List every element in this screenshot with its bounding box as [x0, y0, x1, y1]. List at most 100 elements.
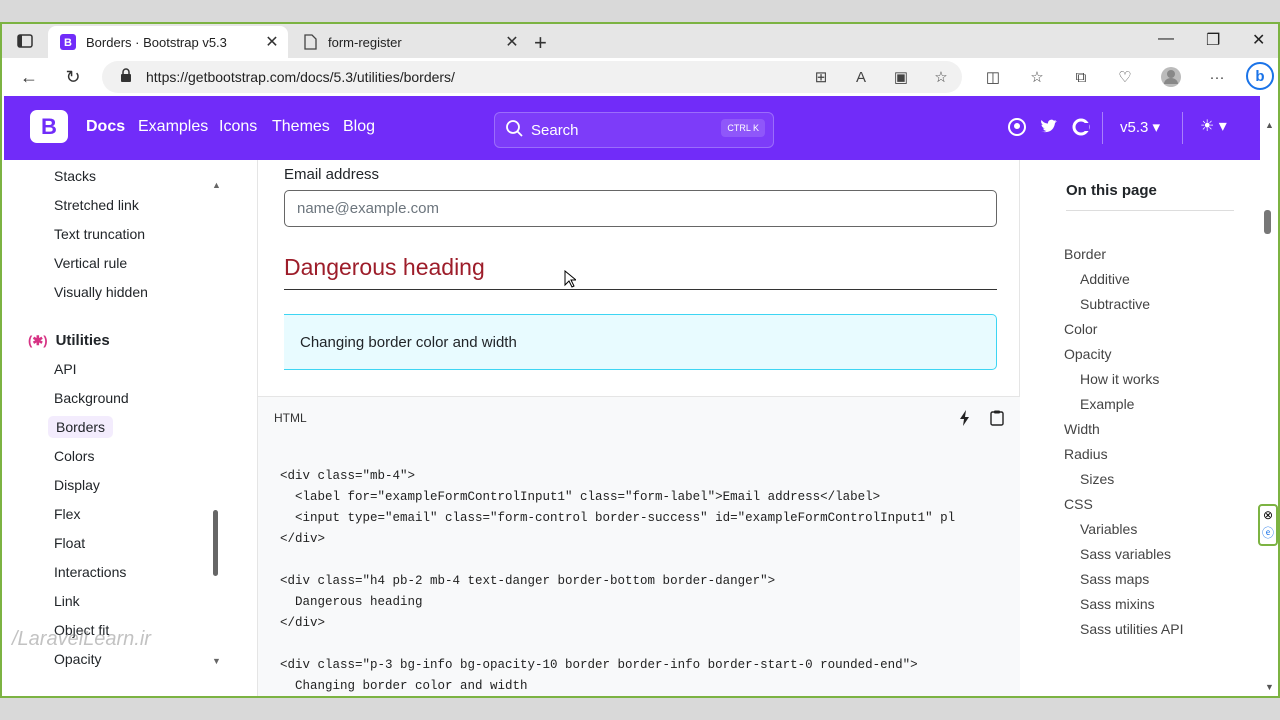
- toc-item-sass-utilities-api[interactable]: Sass utilities API: [1080, 621, 1184, 637]
- new-tab-icon[interactable]: +: [534, 30, 547, 56]
- tab-actions-icon[interactable]: [16, 32, 34, 50]
- bing-copilot-icon[interactable]: b: [1246, 62, 1274, 90]
- favorites-icon[interactable]: ☆: [1026, 66, 1048, 88]
- sidebar-scroll-down-icon[interactable]: ▼: [212, 656, 221, 666]
- close-window-icon[interactable]: ✕: [1252, 30, 1265, 50]
- toc-item-border[interactable]: Border: [1064, 246, 1106, 262]
- toc-item-subtractive[interactable]: Subtractive: [1080, 296, 1150, 312]
- github-icon[interactable]: [1008, 118, 1026, 141]
- toc-item-color[interactable]: Color: [1064, 321, 1097, 337]
- minimize-icon[interactable]: —: [1158, 30, 1174, 48]
- code-line: </div>: [280, 616, 326, 630]
- url-field[interactable]: https://getbootstrap.com/docs/5.3/utilit…: [102, 61, 962, 93]
- opencollective-icon[interactable]: [1072, 118, 1090, 141]
- page-content: ▲ Stacks Stretched link Text truncation …: [2, 120, 1278, 696]
- back-icon[interactable]: ←: [16, 64, 42, 90]
- bootstrap-logo[interactable]: B: [30, 110, 68, 143]
- nav-docs[interactable]: Docs: [86, 118, 125, 136]
- browser-essentials-icon[interactable]: ♡: [1114, 66, 1136, 88]
- sidebar-item-text-truncation[interactable]: Text truncation: [54, 226, 145, 242]
- sidebar-item-opacity[interactable]: Opacity: [54, 651, 101, 667]
- toc-item-width[interactable]: Width: [1064, 421, 1100, 437]
- sidebar-item-interactions[interactable]: Interactions: [54, 564, 126, 580]
- toc-item-sass-mixins[interactable]: Sass mixins: [1080, 596, 1155, 612]
- email-label: Email address: [284, 166, 380, 183]
- tab-borders[interactable]: B Borders · Bootstrap v5.3 ✕: [48, 26, 288, 58]
- clipboard-copy-icon[interactable]: [986, 407, 1008, 429]
- toc-item-how-it-works[interactable]: How it works: [1080, 371, 1159, 387]
- toc-item-sizes[interactable]: Sizes: [1080, 471, 1114, 487]
- nav-icons[interactable]: Icons: [219, 118, 257, 136]
- section-label: Utilities: [55, 332, 110, 349]
- toc-item-additive[interactable]: Additive: [1080, 271, 1130, 287]
- close-tab-icon[interactable]: ✕: [502, 32, 522, 52]
- sidebar-item-api[interactable]: API: [54, 361, 77, 377]
- email-field[interactable]: name@example.com: [284, 190, 997, 227]
- page-icon: [302, 34, 318, 50]
- sidebar-item-link[interactable]: Link: [54, 593, 80, 609]
- split-screen-icon[interactable]: ◫: [982, 66, 1004, 88]
- search-label: Search: [531, 121, 579, 139]
- favorite-star-icon[interactable]: ☆: [930, 66, 952, 88]
- sidebar-item-stretched-link[interactable]: Stretched link: [54, 197, 139, 213]
- table-of-contents: On this page Border Additive Subtractive…: [1022, 160, 1262, 696]
- profile-avatar-icon[interactable]: [1160, 66, 1182, 88]
- nav-examples[interactable]: Examples: [138, 118, 208, 136]
- toc-item-variables[interactable]: Variables: [1080, 521, 1137, 537]
- nav-themes[interactable]: Themes: [272, 118, 330, 136]
- collections-icon[interactable]: ⧉: [1070, 66, 1092, 88]
- sidebar-item-display[interactable]: Display: [54, 477, 100, 493]
- lightning-edit-icon[interactable]: [954, 407, 976, 429]
- tab-title: form-register: [328, 34, 402, 50]
- sidebar-item-stacks[interactable]: Stacks: [54, 168, 96, 184]
- toc-item-radius[interactable]: Radius: [1064, 446, 1108, 462]
- sidebar-item-borders[interactable]: Borders: [48, 416, 114, 438]
- browser-window: B Borders · Bootstrap v5.3 ✕ form-regist…: [0, 22, 1280, 698]
- reload-icon[interactable]: ↻: [60, 64, 86, 90]
- toc-item-css[interactable]: CSS: [1064, 496, 1093, 512]
- toc-item-example[interactable]: Example: [1080, 396, 1134, 412]
- sidebar-item-colors[interactable]: Colors: [54, 448, 94, 464]
- more-menu-icon[interactable]: ···: [1206, 66, 1228, 88]
- code-line: <div class="h4 pb-2 mb-4 text-danger bor…: [280, 574, 776, 588]
- sidebar-item-vertical-rule[interactable]: Vertical rule: [54, 255, 127, 271]
- toc-item-opacity[interactable]: Opacity: [1064, 346, 1111, 362]
- immersive-reader-icon[interactable]: ▣: [890, 66, 912, 88]
- lock-icon: [120, 67, 132, 87]
- nav-blog[interactable]: Blog: [343, 118, 375, 136]
- main-content: Email address name@example.com Dangerous…: [258, 160, 1020, 696]
- sidebar-item-background[interactable]: Background: [54, 390, 129, 406]
- sidebar-scrollbar[interactable]: [213, 510, 218, 576]
- url-text: https://getbootstrap.com/docs/5.3/utilit…: [146, 69, 455, 85]
- bottom-margin: [0, 698, 1280, 720]
- bootstrap-favicon-icon: B: [60, 34, 76, 50]
- widget-close-icon[interactable]: ⊗: [1260, 506, 1276, 524]
- page-scrollbar[interactable]: [1264, 210, 1271, 234]
- page-scroll-up-icon[interactable]: ▲: [1265, 120, 1274, 130]
- code-toolbar: HTML: [258, 396, 1020, 440]
- sidebar-item-float[interactable]: Float: [54, 535, 85, 551]
- toc-divider: [1066, 210, 1234, 211]
- version-dropdown[interactable]: v5.3 ▾: [1120, 118, 1160, 136]
- restore-icon[interactable]: ❐: [1206, 30, 1220, 50]
- widget-edge-icon[interactable]: ⓔ: [1260, 524, 1276, 542]
- tab-strip: B Borders · Bootstrap v5.3 ✕ form-regist…: [2, 24, 1278, 58]
- theme-toggle-sun-icon[interactable]: ☀ ▾: [1200, 116, 1227, 136]
- close-tab-icon[interactable]: ✕: [262, 32, 282, 52]
- twitter-icon[interactable]: [1040, 118, 1058, 139]
- docs-search[interactable]: Search CTRL K: [494, 112, 774, 148]
- page-scroll-down-icon[interactable]: ▼: [1265, 682, 1274, 692]
- read-aloud-icon[interactable]: A: [850, 66, 872, 88]
- sidebar-item-visually-hidden[interactable]: Visually hidden: [54, 284, 148, 300]
- sidebar-item-flex[interactable]: Flex: [54, 506, 80, 522]
- tab-form-register[interactable]: form-register ✕: [290, 26, 528, 58]
- bootstrap-navbar: B Docs Examples Icons Themes Blog Search…: [4, 96, 1260, 160]
- toc-item-sass-variables[interactable]: Sass variables: [1080, 546, 1171, 562]
- watermark: /LaravelLearn.ir: [12, 628, 151, 650]
- toc-item-sass-maps[interactable]: Sass maps: [1080, 571, 1149, 587]
- sidebar-section-utilities: (✱) Utilities: [28, 332, 110, 349]
- sidebar-scroll-up-icon[interactable]: ▲: [212, 180, 221, 190]
- side-widget[interactable]: ⊗ ⓔ: [1258, 504, 1278, 546]
- app-available-icon[interactable]: ⊞: [810, 66, 832, 88]
